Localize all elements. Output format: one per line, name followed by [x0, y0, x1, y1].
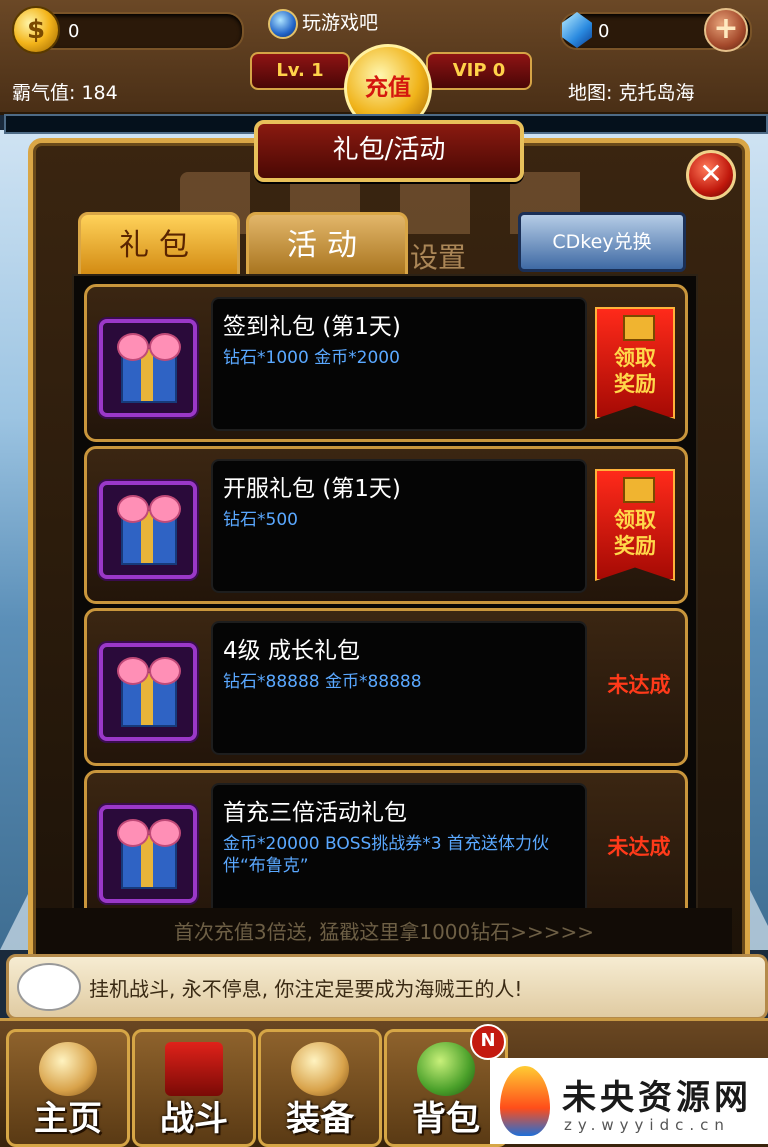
gift-reward: 金币*20000 BOSS挑战券*3 首充送体力伙伴“布鲁克” — [223, 834, 550, 876]
first-recharge-banner[interactable]: 首次充值3倍送, 猛戳这里拿1000钻石>>>>> — [36, 908, 732, 956]
not-achieved-status: 未达成 — [607, 835, 671, 859]
straw-hat-skull-icon — [39, 1042, 97, 1096]
pirate-flag-icon — [165, 1042, 223, 1096]
claim-reward-button[interactable]: 领取 奖励 — [595, 469, 675, 581]
gift-row: 4级 成长礼包 钻石*88888 金币*88888 未达成 — [84, 608, 688, 766]
tab-gifts[interactable]: 礼包 — [78, 212, 240, 278]
nav-equipment-button[interactable]: 装备 — [258, 1029, 382, 1147]
tab-settings-faded: 设置 — [410, 241, 467, 274]
gift-row: 首充三倍活动礼包 金币*20000 BOSS挑战券*3 首充送体力伙伴“布鲁克”… — [84, 770, 688, 908]
gift-box-icon — [99, 481, 197, 579]
gift-title: 4级 成长礼包 — [223, 638, 360, 664]
watermark-url: zy.wyyidc.cn — [564, 1116, 730, 1134]
nav-label: 装备 — [286, 1099, 354, 1139]
gift-reward: 钻石*1000 金币*2000 — [223, 348, 400, 368]
gift-description: 首充三倍活动礼包 金币*20000 BOSS挑战券*3 首充送体力伙伴“布鲁克” — [211, 783, 587, 908]
cdkey-redeem-button[interactable]: CDkey兑换 — [518, 212, 686, 272]
gift-box-icon — [99, 643, 197, 741]
gift-description: 签到礼包 (第1天) 钻石*1000 金币*2000 — [211, 297, 587, 431]
tab-activities[interactable]: 活动 — [246, 212, 408, 278]
nav-label: 战斗 — [160, 1099, 228, 1139]
diamond-value: 0 — [598, 21, 610, 42]
gift-reward: 钻石*500 — [223, 510, 298, 530]
gift-row: 签到礼包 (第1天) 钻石*1000 金币*2000 领取 奖励 — [84, 284, 688, 442]
nav-battle-button[interactable]: 战斗 — [132, 1029, 256, 1147]
gift-reward: 钻石*88888 金币*88888 — [223, 672, 422, 692]
globe-icon — [268, 8, 298, 39]
chat-strip[interactable]: 挂机战斗, 永不停息, 你注定是要成为海贼王的人! — [6, 954, 768, 1020]
game-name: 玩游戏吧 — [268, 8, 378, 39]
map-name: 地图: 克托岛海 — [568, 82, 695, 104]
claim-reward-button[interactable]: 领取 奖励 — [595, 307, 675, 419]
nav-label: 背包 — [412, 1099, 480, 1139]
new-badge: N — [470, 1024, 506, 1060]
gold-coin-icon: $ — [12, 6, 60, 54]
close-button[interactable]: ✕ — [686, 150, 736, 200]
gift-box-icon — [99, 805, 197, 903]
gift-mini-icon — [623, 315, 655, 341]
bag-icon — [417, 1042, 475, 1096]
gift-title: 首充三倍活动礼包 — [223, 800, 407, 826]
chat-message: 挂机战斗, 永不停息, 你注定是要成为海贼王的人! — [89, 977, 523, 1001]
add-diamond-button[interactable]: + — [704, 8, 748, 52]
panel-title: 礼包/活动 — [254, 120, 524, 182]
gift-title: 开服礼包 (第1天) — [223, 476, 401, 502]
top-bar: 0 $ 玩游戏吧 0 + Lv. 1 VIP 0 充值 霸气值: 184 地图:… — [0, 0, 768, 132]
not-achieved-status: 未达成 — [607, 673, 671, 697]
watermark-title: 未央资源网 — [562, 1078, 752, 1118]
skull-ring-icon — [291, 1042, 349, 1096]
vip-plate[interactable]: VIP 0 — [426, 52, 532, 90]
gift-description: 4级 成长礼包 钻石*88888 金币*88888 — [211, 621, 587, 755]
gift-row: 开服礼包 (第1天) 钻石*500 领取 奖励 — [84, 446, 688, 604]
gift-title: 签到礼包 (第1天) — [223, 314, 401, 340]
gift-box-icon — [99, 319, 197, 417]
gift-list[interactable]: 签到礼包 (第1天) 钻石*1000 金币*2000 领取 奖励 开服礼包 (第1… — [72, 274, 698, 910]
level-plate: Lv. 1 — [250, 52, 350, 90]
flame-logo-icon — [500, 1066, 550, 1136]
nav-label: 主页 — [34, 1099, 102, 1139]
chat-bubble-icon — [17, 963, 81, 1011]
power-stat: 霸气值: 184 — [12, 82, 118, 104]
gold-value: 0 — [68, 21, 80, 42]
watermark: 未央资源网 zy.wyyidc.cn — [490, 1058, 768, 1144]
gift-mini-icon — [623, 477, 655, 503]
nav-home-button[interactable]: 主页 — [6, 1029, 130, 1147]
gift-description: 开服礼包 (第1天) 钻石*500 — [211, 459, 587, 593]
